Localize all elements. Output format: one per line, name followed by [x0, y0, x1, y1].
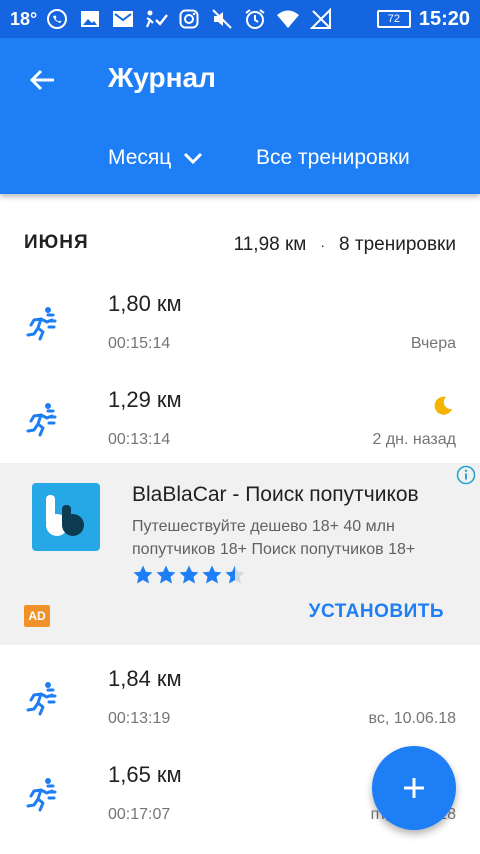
workout-date: Вчера — [410, 335, 456, 352]
runner-icon — [26, 682, 57, 716]
chevron-down-icon — [184, 152, 203, 164]
total-distance: 11,98 км — [233, 234, 307, 255]
ad-banner[interactable]: BlaBlaCar - Поиск попутчиков Путешествуй… — [0, 463, 480, 645]
half-star-icon — [225, 565, 245, 584]
workout-distance: 1,29 км — [108, 387, 182, 412]
workout-distance: 1,80 км — [108, 291, 182, 316]
star-icon — [156, 565, 176, 584]
period-filter-label: Месяц — [108, 146, 172, 169]
whatsapp-icon — [45, 8, 69, 30]
runner-icon — [26, 778, 57, 812]
workout-duration: 00:15:14 — [108, 335, 171, 352]
plus-icon — [404, 778, 424, 798]
clock: 15:20 — [418, 7, 470, 30]
star-icon — [133, 565, 153, 584]
image-icon — [78, 8, 102, 30]
blablacar-logo — [32, 483, 100, 551]
star-icon — [179, 565, 199, 584]
instagram-icon — [177, 8, 201, 30]
workout-item[interactable]: 1,80 км 00:15:14 Вчера — [0, 277, 480, 373]
workout-distance: 1,84 км — [108, 666, 182, 691]
moon-icon — [434, 396, 452, 415]
summary-stats: 11,98 км · 8 тренировки — [234, 234, 456, 256]
workout-distance: 1,65 км — [108, 762, 182, 787]
runner-icon — [26, 403, 57, 437]
workout-count: 8 тренировки — [339, 234, 456, 255]
workout-duration: 00:13:19 — [108, 710, 171, 727]
workout-duration: 00:17:07 — [108, 806, 171, 823]
separator: · — [320, 237, 326, 253]
status-bar: 18° 72 15:20 — [0, 0, 480, 38]
activity-check-icon — [144, 8, 169, 30]
install-button[interactable]: УСТАНОВИТЬ — [309, 601, 444, 623]
temperature: 18° — [10, 8, 38, 29]
info-icon[interactable] — [456, 465, 476, 485]
add-workout-button[interactable] — [372, 746, 456, 830]
mail-icon — [111, 8, 135, 30]
no-signal-icon — [309, 8, 333, 30]
wifi-icon — [276, 8, 300, 30]
alarm-icon — [243, 8, 267, 30]
month-summary: ИЮНЯ 11,98 км · 8 тренировки — [0, 220, 480, 270]
ad-rating — [132, 564, 247, 586]
app-bar: Журнал Месяц Все тренировки — [0, 38, 480, 194]
ad-description: Путешествуйте дешево 18+ 40 млн попутчик… — [132, 518, 416, 558]
workout-item[interactable]: 1,84 км 00:13:19 вс, 10.06.18 — [0, 652, 480, 748]
month-label: ИЮНЯ — [24, 232, 89, 253]
ad-badge: AD — [24, 605, 50, 627]
workout-date: 2 дн. назад — [372, 431, 456, 448]
period-filter-dropdown[interactable]: Месяц — [108, 146, 203, 170]
ad-title: BlaBlaCar - Поиск попутчиков — [132, 483, 419, 506]
status-right: 72 15:20 — [375, 8, 470, 31]
battery-icon: 72 — [376, 10, 411, 28]
star-icon — [202, 565, 222, 584]
workout-duration: 00:13:14 — [108, 431, 171, 448]
page-title: Журнал — [108, 62, 216, 93]
arrow-left-icon — [29, 69, 54, 91]
mute-icon — [210, 8, 234, 30]
back-button[interactable] — [22, 60, 62, 100]
runner-icon — [26, 307, 57, 341]
workout-item[interactable]: 1,29 км 00:13:14 2 дн. назад — [0, 373, 480, 469]
workout-date: вс, 10.06.18 — [368, 710, 457, 727]
workout-type-filter[interactable]: Все тренировки — [256, 146, 410, 170]
